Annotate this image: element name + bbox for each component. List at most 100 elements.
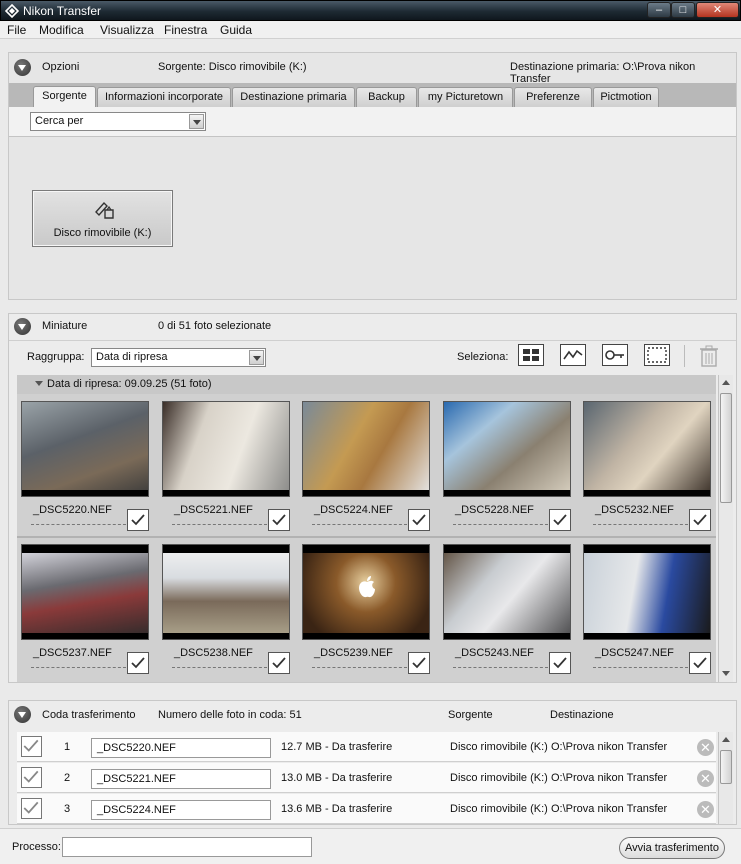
close-button[interactable]: ✕	[696, 2, 739, 18]
removable-disk-label: Disco rimovibile (K:)	[53, 227, 152, 239]
thumbnail-image[interactable]	[443, 544, 571, 640]
removable-disk-button[interactable]: Disco rimovibile (K:)	[32, 190, 173, 247]
queue-scrollbar[interactable]	[718, 732, 733, 824]
remove-icon[interactable]: ✕	[697, 770, 714, 787]
thumbnail-scrollbar[interactable]	[718, 375, 733, 682]
thumbnail-filename: _DSC5237.NEF	[33, 647, 112, 659]
queue-row-filename[interactable]: _DSC5220.NEF	[91, 738, 271, 758]
thumbnail-checkbox[interactable]	[408, 509, 430, 531]
collapse-group-icon[interactable]	[35, 381, 43, 386]
thumbnail-filename: _DSC5228.NEF	[455, 504, 534, 516]
options-destination: Destinazione primaria: O:\Prova nikon Tr…	[510, 61, 696, 85]
queue-row-number: 2	[64, 772, 71, 784]
thumbnail-checkbox[interactable]	[127, 509, 149, 531]
checkmark-icon	[23, 739, 39, 752]
thumbnail-image[interactable]	[162, 544, 290, 640]
minimize-button[interactable]: –	[647, 2, 671, 18]
collapse-options-icon[interactable]	[14, 59, 31, 76]
tab-destinazione-primaria[interactable]: Destinazione primaria	[232, 87, 355, 107]
queue-row[interactable]: 3 _DSC5224.NEF 13.6 MB - Da trasferire D…	[17, 794, 716, 824]
tab-pictmotion[interactable]: Pictmotion	[593, 87, 659, 107]
queue-row-destination: O:\Prova nikon Transfer	[551, 772, 668, 784]
remove-icon[interactable]: ✕	[697, 739, 714, 756]
thumbnail-checkbox[interactable]	[408, 652, 430, 674]
checkmark-icon	[272, 514, 286, 526]
queue-row-source: Disco rimovibile (K:)	[450, 803, 548, 815]
thumbnail-image[interactable]	[302, 544, 430, 640]
divider	[684, 345, 685, 367]
start-transfer-button[interactable]: Avvia trasferimento	[619, 837, 725, 859]
queue-row-checkbox[interactable]	[21, 736, 42, 757]
menu-guida[interactable]: Guida	[220, 23, 252, 37]
group-by-dropdown[interactable]: Data di ripresa	[91, 348, 266, 367]
rating-placeholder	[453, 667, 548, 668]
checkmark-icon	[553, 657, 567, 669]
queue-row-checkbox[interactable]	[21, 767, 42, 788]
menu-visualizza[interactable]: Visualizza	[100, 23, 154, 37]
scroll-up-icon[interactable]	[720, 734, 732, 746]
thumbnail-checkbox[interactable]	[549, 652, 571, 674]
nikon-transfer-app-icon	[5, 4, 19, 18]
select-all-icon[interactable]	[518, 344, 544, 366]
thumbnail-image[interactable]	[162, 401, 290, 497]
thumbnail-image[interactable]	[21, 544, 149, 640]
checkmark-icon	[272, 657, 286, 669]
queue-row-filename[interactable]: _DSC5221.NEF	[91, 769, 271, 789]
options-tab-strip: Sorgente Informazioni incorporate Destin…	[9, 83, 736, 108]
deselect-icon[interactable]	[644, 344, 670, 366]
search-bar-area: Cerca per	[9, 107, 736, 137]
queue-row-filename[interactable]: _DSC5224.NEF	[91, 800, 271, 820]
thumbnail-image[interactable]	[443, 401, 571, 497]
select-new-icon[interactable]	[560, 344, 586, 366]
queue-row-destination: O:\Prova nikon Transfer	[551, 803, 668, 815]
thumbnail-checkbox[interactable]	[689, 509, 711, 531]
tab-preferenze[interactable]: Preferenze	[514, 87, 592, 107]
select-protected-key-icon[interactable]	[602, 344, 628, 366]
menu-file[interactable]: File	[7, 23, 26, 37]
selected-count: 0 di 51 foto selezionate	[158, 320, 272, 332]
thumbnail-filename: _DSC5224.NEF	[314, 504, 393, 516]
collapse-queue-icon[interactable]	[14, 706, 31, 723]
scroll-up-icon[interactable]	[720, 377, 732, 389]
tab-backup[interactable]: Backup	[356, 87, 417, 107]
thumbnail-filename: _DSC5239.NEF	[314, 647, 393, 659]
scroll-down-icon[interactable]	[720, 667, 732, 679]
checkmark-icon	[693, 657, 707, 669]
scrollbar-thumb[interactable]	[720, 750, 732, 784]
queue-column-source: Sorgente	[448, 709, 493, 721]
menu-modifica[interactable]: Modifica	[39, 23, 84, 37]
queue-row-source: Disco rimovibile (K:)	[450, 772, 548, 784]
tab-informazioni-incorporate[interactable]: Informazioni incorporate	[97, 87, 231, 107]
thumbnail-checkbox[interactable]	[689, 652, 711, 674]
remove-icon[interactable]: ✕	[697, 801, 714, 818]
rating-placeholder	[172, 524, 267, 525]
maximize-button[interactable]: □	[671, 2, 695, 18]
menu-finestra[interactable]: Finestra	[164, 23, 207, 37]
thumbnail-checkbox[interactable]	[268, 652, 290, 674]
thumbnail-checkbox[interactable]	[268, 509, 290, 531]
thumbnail-filename: _DSC5232.NEF	[595, 504, 674, 516]
thumbnail-image[interactable]	[583, 544, 711, 640]
thumbnail-image[interactable]	[21, 401, 149, 497]
collapse-thumbnails-icon[interactable]	[14, 318, 31, 335]
scrollbar-thumb[interactable]	[720, 393, 732, 503]
tab-sorgente[interactable]: Sorgente	[33, 86, 96, 108]
thumbnail-checkbox[interactable]	[549, 509, 571, 531]
queue-row-size: 13.0 MB - Da trasferire	[281, 772, 393, 784]
search-by-dropdown[interactable]: Cerca per	[30, 112, 206, 131]
trash-icon[interactable]	[698, 344, 720, 368]
queue-row[interactable]: 2 _DSC5221.NEF 13.0 MB - Da trasferire D…	[17, 763, 716, 793]
tab-my-picturetown[interactable]: my Picturetown	[418, 87, 513, 107]
queue-row[interactable]: 1 _DSC5220.NEF 12.7 MB - Da trasferire D…	[17, 732, 716, 762]
thumbnail-checkbox[interactable]	[127, 652, 149, 674]
thumbnail-image[interactable]	[583, 401, 711, 497]
thumbnails-panel: Miniature 0 di 51 foto selezionate Raggr…	[8, 313, 737, 683]
queue-row-checkbox[interactable]	[21, 798, 42, 819]
rating-placeholder	[593, 667, 688, 668]
checkmark-icon	[553, 514, 567, 526]
group-header[interactable]: Data di ripresa: 09.09.25 (51 foto)	[17, 375, 716, 394]
thumbnail-filename: _DSC5221.NEF	[174, 504, 253, 516]
rating-placeholder	[312, 667, 407, 668]
checkmark-icon	[412, 657, 426, 669]
thumbnail-image[interactable]	[302, 401, 430, 497]
